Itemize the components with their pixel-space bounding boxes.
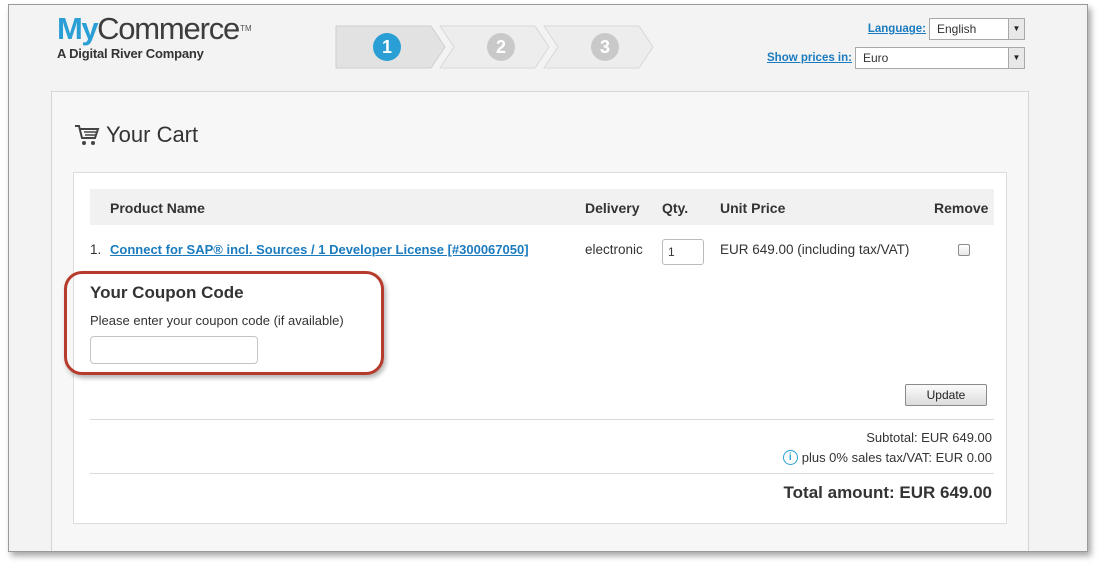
step-3: 3 — [543, 25, 654, 69]
cart-heading: Your Cart — [74, 122, 198, 148]
shopping-cart-icon — [75, 125, 100, 145]
divider — [90, 419, 994, 420]
column-header: Product Name — [110, 200, 205, 216]
currency-value: Euro — [863, 51, 889, 65]
total-amount: Total amount: EUR 649.00 — [783, 483, 992, 502]
currency-select[interactable]: Euro ▼ — [855, 47, 1025, 69]
subtotal: Subtotal: EUR 649.00 — [866, 430, 992, 445]
checkout-page: MyCommerceTM A Digital River Company 1 2… — [8, 4, 1088, 552]
update-button[interactable]: Update — [905, 384, 987, 406]
table-row: 1. Connect for SAP® incl. Sources / 1 De… — [90, 231, 994, 271]
column-header: Delivery — [585, 200, 640, 216]
column-header: Qty. — [662, 200, 689, 216]
cart-panel: Your Cart Product Name Delivery Qty. Uni… — [51, 91, 1029, 551]
locale-settings: Language: English ▼ Show prices in: Euro… — [767, 18, 1025, 76]
tax-line: i plus 0% sales tax/VAT: EUR 0.00 — [782, 450, 992, 465]
mycommerce-logo[interactable]: MyCommerceTM A Digital River Company — [57, 11, 252, 62]
chevron-down-icon[interactable]: ▼ — [1008, 19, 1024, 39]
divider — [90, 473, 994, 474]
logo-my: My — [57, 11, 99, 46]
page-title: Your Cart — [106, 122, 199, 147]
coupon-code-input[interactable] — [90, 336, 258, 364]
chevron-down-icon[interactable]: ▼ — [1008, 48, 1024, 68]
language-value: English — [937, 22, 977, 36]
delivery-value: electronic — [585, 242, 643, 257]
step-3-number: 3 — [591, 33, 619, 61]
language-select[interactable]: English ▼ — [929, 18, 1025, 40]
quantity-input[interactable]: 1 — [662, 239, 704, 265]
quantity-value: 1 — [668, 245, 675, 259]
item-index: 1. — [90, 242, 102, 257]
cart-content: Product Name Delivery Qty. Unit Price Re… — [64, 172, 1007, 524]
coupon-title: Your Coupon Code — [90, 283, 244, 302]
step-2-number: 2 — [487, 33, 515, 61]
currency-link[interactable]: Show prices in: — [767, 52, 852, 64]
logo-tagline: A Digital River Company — [57, 46, 204, 61]
column-header: Remove — [934, 200, 989, 216]
info-icon[interactable]: i — [782, 450, 798, 465]
coupon-description: Please enter your coupon code (if availa… — [90, 313, 344, 328]
column-header: Unit Price — [720, 200, 786, 216]
logo-commerce: Commerce — [97, 11, 240, 46]
logo-tm: TM — [240, 24, 252, 33]
cart-table-header: Product Name Delivery Qty. Unit Price Re… — [90, 189, 994, 225]
step-1: 1 — [335, 25, 446, 69]
remove-checkbox[interactable] — [958, 244, 970, 256]
unit-price: EUR 649.00 (including tax/VAT) — [720, 242, 910, 257]
product-link[interactable]: Connect for SAP® incl. Sources / 1 Devel… — [110, 242, 529, 257]
language-link[interactable]: Language: — [868, 23, 926, 35]
checkout-steps: 1 2 3 — [335, 25, 655, 69]
step-2: 2 — [439, 25, 550, 69]
step-1-number: 1 — [373, 33, 401, 61]
tax-text: plus 0% sales tax/VAT: EUR 0.00 — [801, 450, 992, 465]
